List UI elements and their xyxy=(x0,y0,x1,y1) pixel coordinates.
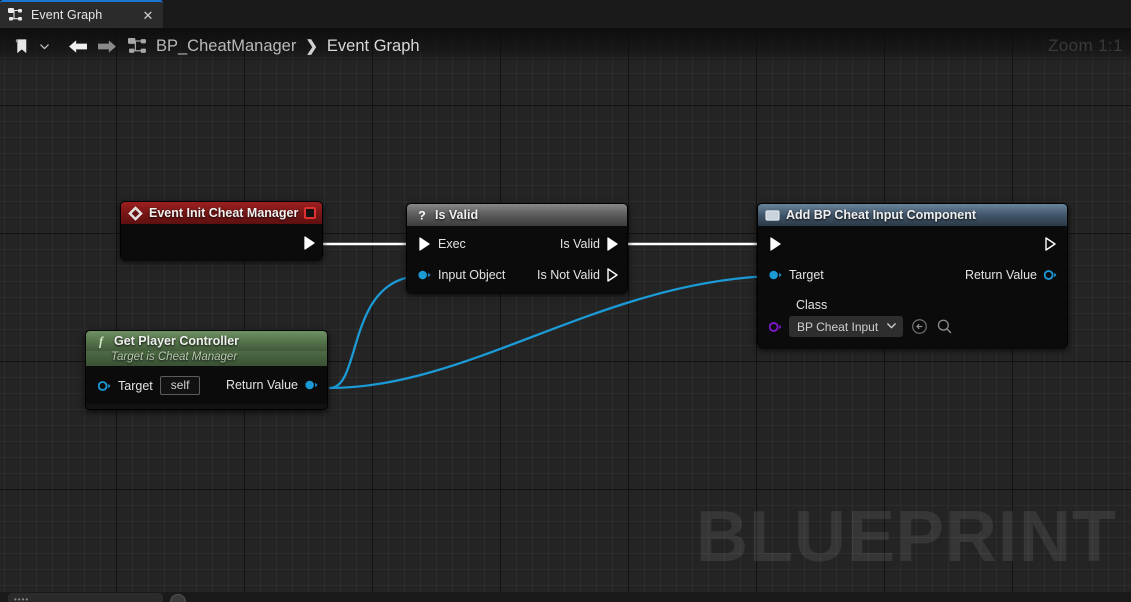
status-circle-icon[interactable] xyxy=(170,594,186,602)
class-select-value: BP Cheat Input xyxy=(797,319,879,334)
object-pin-return-value[interactable] xyxy=(1044,270,1057,281)
arrow-left-icon[interactable] xyxy=(64,32,92,60)
component-square-icon xyxy=(765,208,780,223)
pin-label-is-not-valid: Is Not Valid xyxy=(537,268,600,282)
class-pin[interactable] xyxy=(769,321,782,332)
pin-row-class[interactable]: BP Cheat Input xyxy=(769,316,953,337)
node-title-bar: ? Is Valid xyxy=(407,204,627,226)
pin-label-target: Target xyxy=(118,378,153,393)
svg-text:f: f xyxy=(98,334,104,348)
pin-row-target[interactable]: Target self xyxy=(98,376,201,395)
bottom-status-strip: •••• xyxy=(0,592,1131,602)
class-select[interactable]: BP Cheat Input xyxy=(789,316,904,337)
node-event-init-cheat-manager[interactable]: Event Init Cheat Manager xyxy=(120,201,323,261)
node-title-label: Event Init Cheat Manager xyxy=(149,206,299,220)
node-body: Target self Return Value xyxy=(86,366,327,404)
pin-label-exec-in: Exec xyxy=(438,237,466,251)
exec-pin-is-not-valid[interactable] xyxy=(607,268,619,282)
pin-row-return-value[interactable]: Return Value xyxy=(965,268,1057,282)
exec-pin-out[interactable] xyxy=(1045,237,1057,251)
node-title-bar: Add BP Cheat Input Component xyxy=(758,204,1067,226)
arrow-right-icon[interactable] xyxy=(92,32,120,60)
breadcrumb: BP_CheatManager ❯ Event Graph xyxy=(156,37,420,56)
exec-pin-in[interactable] xyxy=(419,237,431,251)
blueprint-watermark: BLUEPRINT xyxy=(696,497,1117,577)
breadcrumb-item-blueprint[interactable]: BP_CheatManager xyxy=(156,37,296,56)
node-title-label: Get Player Controller xyxy=(114,334,240,348)
pin-label-target: Target xyxy=(789,268,824,282)
pin-label-return-value: Return Value xyxy=(964,268,1037,282)
wire-object-controller-to-isvalid xyxy=(328,274,422,390)
zoom-level-label: Zoom 1:1 xyxy=(1047,36,1123,55)
browse-back-icon[interactable] xyxy=(910,318,928,336)
pin-row-target[interactable]: Target xyxy=(769,268,824,282)
status-pill[interactable] xyxy=(8,593,163,602)
blueprint-editor-window: Event Graph ✕ BLUEPRINT Event Init Cheat… xyxy=(0,0,1131,602)
node-body xyxy=(121,224,322,261)
pin-row-is-not-valid[interactable]: Is Not Valid xyxy=(537,268,619,282)
breadcrumb-item-graph[interactable]: Event Graph xyxy=(327,37,420,56)
pin-row-exec-out[interactable] xyxy=(1045,237,1057,251)
object-pin-target[interactable] xyxy=(769,270,782,281)
pin-row-exec-in[interactable] xyxy=(770,237,782,251)
breadcrumb-separator: ❯ xyxy=(305,38,318,55)
graph-nodes-icon xyxy=(126,32,148,60)
object-pin-target[interactable] xyxy=(98,380,111,391)
pin-label-return-value: Return Value xyxy=(225,378,298,392)
question-mark-icon: ? xyxy=(414,208,429,223)
pin-row-exec-out[interactable] xyxy=(304,236,316,250)
svg-text:?: ? xyxy=(418,208,425,222)
chevron-down-icon[interactable] xyxy=(36,32,52,60)
graph-nodes-icon xyxy=(8,8,24,22)
node-subtitle: Target is Cheat Manager xyxy=(111,351,238,363)
node-body: Target Return Value Class BP Cheat Input xyxy=(758,226,1067,349)
object-pin-return-value[interactable] xyxy=(305,380,318,391)
node-add-bp-cheat-input-component[interactable]: Add BP Cheat Input Component Target Retu… xyxy=(757,203,1068,349)
delegate-pin-icon[interactable] xyxy=(304,207,316,219)
pin-label-input-object: Input Object xyxy=(438,268,506,282)
node-title-bar: f Get Player Controller xyxy=(86,331,327,351)
pin-row-input-object[interactable]: Input Object xyxy=(418,268,505,282)
node-title-label: Is Valid xyxy=(435,208,479,222)
pin-row-class-label: Class xyxy=(796,298,827,312)
pin-row-return-value[interactable]: Return Value xyxy=(226,378,318,392)
exec-pin-in[interactable] xyxy=(770,237,782,251)
exec-pin-out[interactable] xyxy=(304,236,316,250)
node-title-bar: Event Init Cheat Manager xyxy=(121,202,322,224)
pin-row-exec-in[interactable]: Exec xyxy=(419,237,466,251)
node-body: Exec Is Valid Input Object Is Not Valid xyxy=(407,226,627,294)
tab-bar: Event Graph ✕ xyxy=(0,0,1131,28)
function-f-icon: f xyxy=(93,334,108,349)
bookmark-icon[interactable] xyxy=(8,32,36,60)
tab-event-graph[interactable]: Event Graph ✕ xyxy=(0,0,163,28)
close-icon[interactable]: ✕ xyxy=(141,9,155,22)
pin-label-class: Class xyxy=(796,298,828,312)
status-dots: •••• xyxy=(14,595,30,602)
chevron-down-icon[interactable] xyxy=(886,318,897,336)
target-value-field[interactable]: self xyxy=(159,376,201,395)
event-diamond-icon xyxy=(128,205,143,221)
node-get-player-controller[interactable]: f Get Player Controller Target is Cheat … xyxy=(85,330,328,410)
pin-label-is-valid: Is Valid xyxy=(559,237,600,251)
pin-row-is-valid-out[interactable]: Is Valid xyxy=(560,237,619,251)
object-pin-input-object[interactable] xyxy=(418,270,431,281)
node-is-valid[interactable]: ? Is Valid Exec Is Valid Input Object Is… xyxy=(406,203,628,294)
event-graph-canvas[interactable]: BLUEPRINT Event Init Cheat Manager ? Is … xyxy=(0,28,1131,602)
tab-label: Event Graph xyxy=(31,8,103,22)
node-subtitle-bar: Target is Cheat Manager xyxy=(86,351,327,366)
node-title-label: Add BP Cheat Input Component xyxy=(786,208,977,222)
exec-pin-is-valid[interactable] xyxy=(607,237,619,251)
magnifier-icon[interactable] xyxy=(935,318,953,336)
